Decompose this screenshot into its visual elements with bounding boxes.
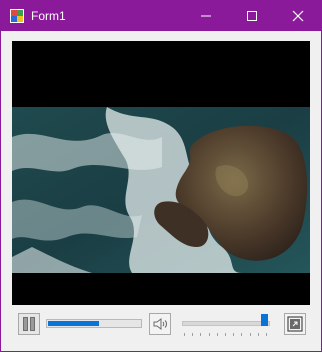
minimize-button[interactable] bbox=[183, 1, 229, 31]
window-title: Form1 bbox=[31, 9, 66, 23]
mute-button[interactable] bbox=[149, 313, 171, 335]
slider-tick bbox=[241, 333, 242, 336]
slider-tick bbox=[217, 333, 218, 336]
close-icon bbox=[292, 10, 304, 22]
client-area bbox=[1, 31, 321, 351]
seek-progress-bar[interactable] bbox=[46, 319, 142, 328]
slider-tick bbox=[192, 333, 193, 336]
video-frame bbox=[12, 107, 310, 273]
fullscreen-icon bbox=[287, 316, 303, 332]
slider-tick bbox=[184, 333, 185, 336]
progress-fill bbox=[48, 321, 99, 326]
slider-tick bbox=[258, 333, 259, 336]
maximize-icon bbox=[247, 11, 257, 21]
minimize-icon bbox=[201, 15, 211, 17]
speaker-icon bbox=[153, 318, 167, 330]
app-icon bbox=[10, 9, 24, 23]
slider-tick bbox=[225, 333, 226, 336]
maximize-button[interactable] bbox=[229, 1, 275, 31]
close-button[interactable] bbox=[275, 1, 321, 31]
app-window: Form1 bbox=[0, 0, 322, 352]
slider-tick bbox=[209, 333, 210, 336]
slider-tick bbox=[266, 333, 267, 336]
title-bar[interactable]: Form1 bbox=[1, 1, 321, 31]
volume-slider[interactable] bbox=[180, 311, 272, 337]
slider-tick bbox=[233, 333, 234, 336]
slider-tick bbox=[250, 333, 251, 336]
slider-track bbox=[182, 321, 270, 326]
slider-tick bbox=[200, 333, 201, 336]
slider-thumb[interactable] bbox=[261, 314, 268, 326]
playback-controls bbox=[12, 307, 310, 341]
pause-button[interactable] bbox=[18, 313, 40, 335]
video-display[interactable] bbox=[12, 41, 310, 305]
fullscreen-button[interactable] bbox=[284, 313, 306, 335]
